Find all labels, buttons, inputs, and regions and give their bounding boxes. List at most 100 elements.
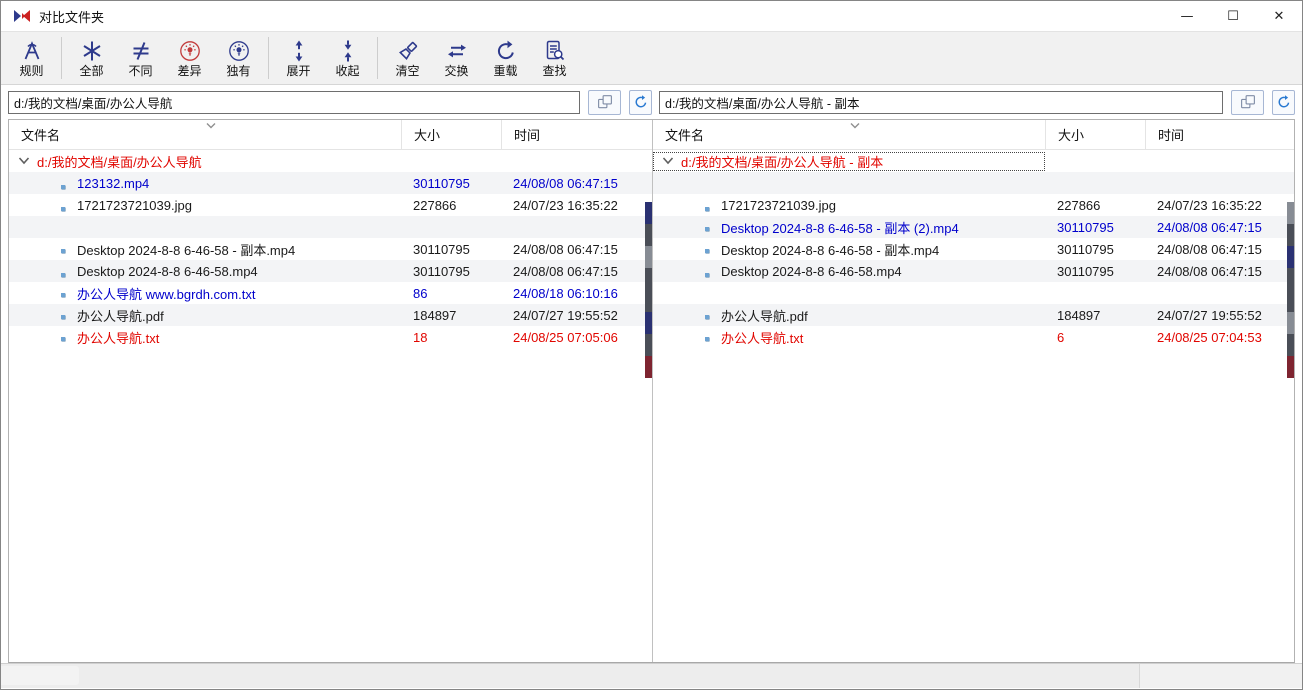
right-column-header-time[interactable]: 时间 <box>1145 120 1294 149</box>
filename-cell: Desktop 2024-8-8 6-46-58.mp4 <box>653 264 1045 279</box>
left-refresh-button[interactable] <box>629 90 652 115</box>
filename-label: Desktop 2024-8-8 6-46-58.mp4 <box>77 264 258 279</box>
right-file-row[interactable] <box>653 282 1294 304</box>
toolbar-unique-only-button[interactable]: 独有 <box>214 34 263 82</box>
toolbar-button-label: 独有 <box>226 65 250 78</box>
root-folder-label: d:/我的文档/桌面/办公人导航 - 副本 <box>681 155 883 170</box>
size-cell: 184897 <box>1045 308 1145 323</box>
left-file-row[interactable]: 办公人导航.txt1824/08/25 07:05:06 <box>9 326 652 348</box>
size-cell: 6 <box>1045 330 1145 345</box>
time-cell: 24/08/25 07:04:53 <box>1145 330 1294 345</box>
size-cell: 184897 <box>401 308 501 323</box>
maximize-button[interactable]: ☐ <box>1210 1 1256 31</box>
right-file-row[interactable]: Desktop 2024-8-8 6-46-58.mp43011079524/0… <box>653 260 1294 282</box>
toolbar-collapse-button[interactable]: 收起 <box>323 34 372 82</box>
toolbar-group: 规则 <box>7 32 56 84</box>
toolbar-swap-button[interactable]: 交换 <box>432 34 481 82</box>
filename-cell: 办公人导航.pdf <box>653 306 1045 325</box>
file-bullet-icon <box>705 315 709 319</box>
toolbar-button-label: 收起 <box>335 65 359 78</box>
filename-label: 办公人导航.pdf <box>721 309 808 324</box>
right-file-row[interactable]: 1721723721039.jpg22786624/07/23 16:35:22 <box>653 194 1294 216</box>
time-cell: 24/07/27 19:55:52 <box>501 308 652 323</box>
toolbar-button-label: 交换 <box>444 65 468 78</box>
toolbar-clear-button[interactable]: 清空 <box>383 34 432 82</box>
diff-indicator-segment <box>645 356 652 378</box>
right-file-row[interactable]: Desktop 2024-8-8 6-46-58 - 副本 (2).mp4301… <box>653 216 1294 238</box>
right-root-row[interactable]: d:/我的文档/桌面/办公人导航 - 副本 <box>653 150 1294 172</box>
title-bar: 对比文件夹 — ☐ ✕ <box>1 1 1302 31</box>
toolbar-rules-button[interactable]: 规则 <box>7 34 56 82</box>
left-browse-button[interactable] <box>588 90 621 115</box>
time-cell: 24/08/08 06:47:15 <box>501 264 652 279</box>
time-cell: 24/08/08 06:47:15 <box>1145 242 1294 257</box>
toolbar-reload-button[interactable]: 重载 <box>481 34 530 82</box>
app-window: 对比文件夹 — ☐ ✕ 规则全部不同差异独有展开收起清空交换重载查找 <box>0 0 1303 690</box>
right-browse-button[interactable] <box>1231 90 1264 115</box>
not-equal-icon <box>128 38 154 64</box>
diff-indicator-segment <box>1287 268 1294 290</box>
file-bullet-icon <box>61 185 65 189</box>
toolbar-button-label: 展开 <box>286 65 310 78</box>
filename-label: Desktop 2024-8-8 6-46-58 - 副本.mp4 <box>77 243 295 258</box>
right-refresh-button[interactable] <box>1272 90 1295 115</box>
asterisk-icon <box>79 38 105 64</box>
size-cell: 30110795 <box>1045 264 1145 279</box>
left-root-row[interactable]: d:/我的文档/桌面/办公人导航 <box>9 150 652 172</box>
right-file-row[interactable]: Desktop 2024-8-8 6-46-58 - 副本.mp43011079… <box>653 238 1294 260</box>
left-file-row[interactable]: 办公人导航 www.bgrdh.com.txt8624/08/18 06:10:… <box>9 282 652 304</box>
file-bullet-icon <box>705 207 709 211</box>
right-column-header-size[interactable]: 大小 <box>1045 120 1145 149</box>
left-column-header-time[interactable]: 时间 <box>501 120 652 149</box>
toolbar-group: 展开 收起 <box>274 32 372 84</box>
left-file-row[interactable] <box>9 216 652 238</box>
diff-indicator-segment <box>645 290 652 312</box>
time-cell: 24/08/18 06:10:16 <box>501 286 652 301</box>
diff-indicator-segment <box>645 334 652 356</box>
status-bar <box>1 663 1302 688</box>
filename-label: 1721723721039.jpg <box>721 198 836 213</box>
right-file-panel: 文件名 大小 时间 d:/我的文档/桌面/办公人导航 - 副本172172372… <box>653 120 1294 662</box>
file-bullet-icon <box>61 273 65 277</box>
toolbar-separator <box>61 37 62 79</box>
file-bullet-icon <box>705 337 709 341</box>
collapse-icon <box>335 38 361 64</box>
close-button[interactable]: ✕ <box>1256 1 1302 31</box>
reload-icon <box>493 38 519 64</box>
left-column-header-size[interactable]: 大小 <box>401 120 501 149</box>
diff-indicator-segment <box>1287 224 1294 246</box>
filename-cell: Desktop 2024-8-8 6-46-58 - 副本 (2).mp4 <box>653 218 1045 237</box>
left-file-row[interactable]: 123132.mp43011079524/08/08 06:47:15 <box>9 172 652 194</box>
left-path-input[interactable] <box>8 91 580 114</box>
right-file-row[interactable]: 办公人导航.txt624/08/25 07:04:53 <box>653 326 1294 348</box>
toolbar-expand-button[interactable]: 展开 <box>274 34 323 82</box>
toolbar-find-button[interactable]: 查找 <box>530 34 579 82</box>
diff-indicator-segment <box>645 224 652 246</box>
time-cell: 24/08/08 06:47:15 <box>501 176 652 191</box>
status-bar-segment <box>1 666 79 685</box>
sort-indicator-icon <box>205 122 217 130</box>
swap-icon <box>444 38 470 64</box>
left-file-row[interactable]: 1721723721039.jpg22786624/07/23 16:35:22 <box>9 194 652 216</box>
left-file-row[interactable]: 办公人导航.pdf18489724/07/27 19:55:52 <box>9 304 652 326</box>
toolbar-diff-only-button[interactable]: 差异 <box>165 34 214 82</box>
file-bullet-icon <box>705 273 709 277</box>
brush-icon <box>395 38 421 64</box>
right-path-input[interactable] <box>659 91 1223 114</box>
left-file-row[interactable]: Desktop 2024-8-8 6-46-58 - 副本.mp43011079… <box>9 238 652 260</box>
time-cell: 24/08/08 06:47:15 <box>501 242 652 257</box>
minimize-button[interactable]: — <box>1164 1 1210 31</box>
toolbar-group: 全部不同差异独有 <box>67 32 263 84</box>
file-bullet-icon <box>61 315 65 319</box>
rules-icon <box>19 38 45 64</box>
diff-indicator-segment <box>1287 202 1294 224</box>
right-file-row[interactable]: 办公人导航.pdf18489724/07/27 19:55:52 <box>653 304 1294 326</box>
file-bullet-icon <box>705 227 709 231</box>
toolbar-different-button[interactable]: 不同 <box>116 34 165 82</box>
sort-indicator-icon <box>849 122 861 130</box>
left-file-row[interactable]: Desktop 2024-8-8 6-46-58.mp43011079524/0… <box>9 260 652 282</box>
find-icon <box>542 38 568 64</box>
toolbar-all-button[interactable]: 全部 <box>67 34 116 82</box>
filename-label: Desktop 2024-8-8 6-46-58 - 副本.mp4 <box>721 243 939 258</box>
right-file-row[interactable] <box>653 172 1294 194</box>
